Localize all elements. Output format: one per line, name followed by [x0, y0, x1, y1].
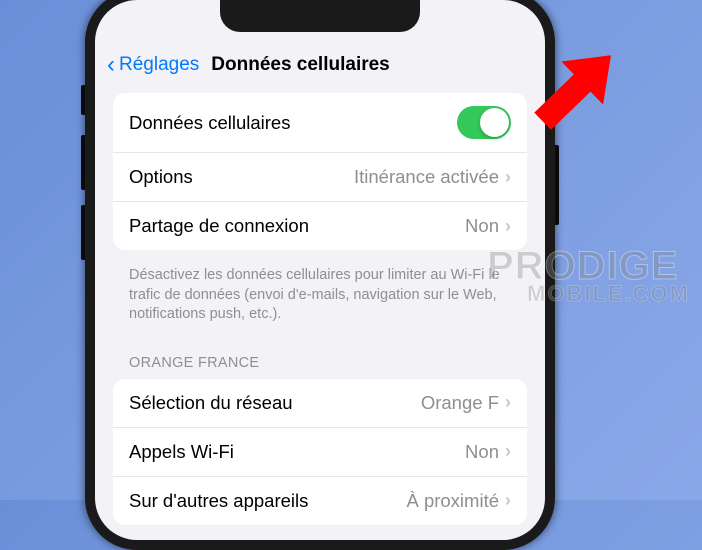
- watermark-line1: PRODIGE: [487, 248, 690, 284]
- chevron-right-icon: ›: [505, 167, 511, 188]
- wifi-calling-label: Appels Wi-Fi: [129, 441, 234, 463]
- chevron-right-icon: ›: [505, 392, 511, 413]
- cellular-data-row[interactable]: Données cellulaires: [113, 93, 527, 153]
- notch: [220, 0, 420, 32]
- network-selection-label: Sélection du réseau: [129, 392, 293, 414]
- page-title: Données cellulaires: [211, 54, 389, 76]
- hotspot-row[interactable]: Partage de connexion Non ›: [113, 202, 527, 250]
- other-devices-row[interactable]: Sur d'autres appareils À proximité ›: [113, 477, 527, 525]
- other-devices-value: À proximité: [406, 490, 499, 512]
- watermark: PRODIGE MOBILE.COM: [487, 248, 690, 304]
- navigation-bar: ‹ Réglages Données cellulaires: [95, 45, 545, 93]
- other-devices-label: Sur d'autres appareils: [129, 490, 308, 512]
- hotspot-value: Non: [465, 215, 499, 237]
- options-row[interactable]: Options Itinérance activée ›: [113, 153, 527, 202]
- back-button-label[interactable]: Réglages: [119, 54, 199, 76]
- carrier-section-header: ORANGE FRANCE: [95, 347, 545, 379]
- settings-group-carrier: Sélection du réseau Orange F › Appels Wi…: [113, 379, 527, 525]
- options-label: Options: [129, 166, 193, 188]
- watermark-line2: MOBILE.COM: [527, 284, 690, 304]
- annotation-arrow-icon: [510, 25, 640, 160]
- chevron-right-icon: ›: [505, 441, 511, 462]
- cellular-data-toggle[interactable]: [457, 106, 511, 139]
- options-value: Itinérance activée: [354, 166, 499, 188]
- cellular-data-label: Données cellulaires: [129, 112, 290, 134]
- chevron-right-icon: ›: [505, 216, 511, 237]
- back-chevron-icon[interactable]: ‹: [107, 53, 115, 77]
- settings-screen: ‹ Réglages Données cellulaires Données c…: [95, 0, 545, 540]
- wifi-calling-value: Non: [465, 441, 499, 463]
- wifi-calling-row[interactable]: Appels Wi-Fi Non ›: [113, 428, 527, 477]
- hotspot-label: Partage de connexion: [129, 215, 309, 237]
- settings-group-cellular: Données cellulaires Options Itinérance a…: [113, 93, 527, 250]
- toggle-knob: [480, 108, 509, 137]
- phone-frame: ‹ Réglages Données cellulaires Données c…: [85, 0, 555, 550]
- network-selection-value: Orange F: [421, 392, 499, 414]
- volume-up-button: [81, 135, 85, 190]
- volume-down-button: [81, 205, 85, 260]
- chevron-right-icon: ›: [505, 490, 511, 511]
- network-selection-row[interactable]: Sélection du réseau Orange F ›: [113, 379, 527, 428]
- cellular-footer-text: Désactivez les données cellulaires pour …: [95, 260, 545, 347]
- mute-switch: [81, 85, 85, 115]
